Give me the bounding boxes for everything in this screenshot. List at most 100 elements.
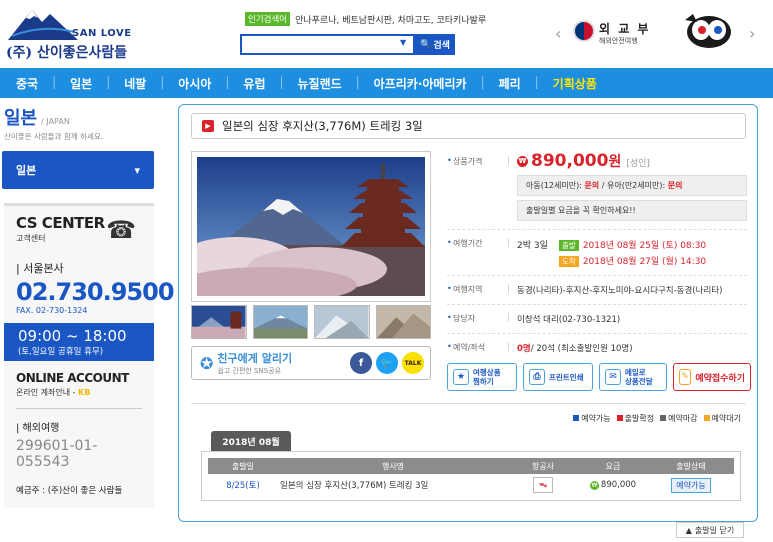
nav-item-special[interactable]: 기획상품 <box>535 75 613 92</box>
status-badge[interactable]: 예약가능 <box>671 477 711 493</box>
nav-item-ferry[interactable]: 페리 <box>481 75 537 92</box>
thumbnail-3[interactable] <box>314 305 370 339</box>
share-text: 친구에게 알리기 쉽고 간편한 SNS공유 <box>217 350 292 376</box>
mofa-banner[interactable]: ‹ 외 교 부 해외안전여행 › <box>553 14 763 54</box>
search-button[interactable]: 🔍 검색 <box>415 34 455 55</box>
airline-logo-icon: ᯓ <box>533 477 553 493</box>
twitter-icon[interactable]: 🐦 <box>376 352 398 374</box>
nav-item-japan[interactable]: 일본 <box>52 75 108 92</box>
fuel-note-box: 출발일별 요금을 꼭 확인하세요!! <box>517 200 747 221</box>
mofa-title: 외 교 부 <box>599 22 651 36</box>
seats-label: 예약/좌석 <box>447 342 507 354</box>
wishlist-button[interactable]: ★ 여행상품 찜하기 <box>447 363 517 391</box>
overseas-label: | 해외여행 <box>16 423 60 434</box>
legend-available: 예약가능 <box>573 413 611 424</box>
divider <box>447 333 747 334</box>
region-value: 동경(나리타)-후지산-후지노미야-요시다구치-동경(나리타) <box>517 286 723 296</box>
site-logo[interactable]: SAN LOVE (주) 산이좋은사람들 <box>4 6 154 62</box>
close-schedule-button[interactable]: ▲ 출발일 닫기 <box>676 522 744 538</box>
share-box: ✪ 친구에게 알리기 쉽고 간편한 SNS공유 f 🐦 TALK <box>191 346 431 380</box>
sidebar-subtitle: 산이좋은 사람들과 함께 하세요. <box>4 132 104 141</box>
search-icon: 🔍 <box>420 39 432 49</box>
product-photo[interactable] <box>191 151 431 302</box>
arrival-badge: 도착 <box>559 256 579 267</box>
nav-item-asia[interactable]: 아시아 <box>160 75 227 92</box>
legend-label: 예약대기 <box>711 414 741 423</box>
kakaotalk-icon[interactable]: TALK <box>402 352 424 374</box>
period-label: 여행기간 <box>447 238 507 267</box>
reserve-label: 예약접수하기 <box>695 373 745 384</box>
divider <box>447 304 747 305</box>
email-label: 메일로 상품전달 <box>625 368 653 386</box>
table-row[interactable]: 8/25(토) 일본의 심장 후지산(3,776M) 트레킹 3일 ᯓ ₩890… <box>208 474 734 496</box>
month-tab[interactable]: 2018년 08월 <box>211 431 291 451</box>
sns-buttons: f 🐦 TALK <box>350 352 424 374</box>
region-label: 여행지역 <box>447 284 507 296</box>
table-header: 출발일 행사명 항공사 요금 출발상태 <box>208 458 734 474</box>
status-legend: 예약가능 출발확정 예약마감 예약대기 <box>573 413 741 424</box>
reserve-button[interactable]: ✎ 예약접수하기 <box>673 363 751 391</box>
row-date[interactable]: 8/25(토) <box>208 479 278 491</box>
kb-bank-icon: KB <box>78 388 91 397</box>
schedule-table: 출발일 행사명 항공사 요금 출발상태 8/25(토) 일본의 심장 후지산(3… <box>201 451 741 501</box>
nav-item-nepal[interactable]: 네팔 <box>106 75 162 92</box>
triangle-up-icon: ▲ <box>685 525 692 535</box>
child-price-label: 아동(12세미만): <box>526 181 585 190</box>
row-airline: ᯓ <box>508 477 578 493</box>
nav-item-europe[interactable]: 유럽 <box>225 75 281 92</box>
sidebar-title: 일본 / JAPAN <box>0 104 158 130</box>
category-dropdown[interactable]: 일본 ▾ <box>2 151 154 189</box>
depositor: 예금주 : (주)산이 좋은 사람들 <box>16 486 123 496</box>
phone-number: 02.730.9500 <box>16 278 175 306</box>
departure-date: 2018년 08월 25일 (토) 08:30 <box>582 241 707 251</box>
separator: | <box>507 156 511 166</box>
nav-item-china[interactable]: 중국 <box>0 75 54 92</box>
popular-keyword-list[interactable]: 안나푸르나, 베트남판시판, 차마고도, 코타키나발루 <box>295 13 486 26</box>
search-bar: ▼ 🔍 검색 <box>240 34 455 55</box>
header-airline: 항공사 <box>531 461 555 471</box>
separator: | <box>507 342 511 352</box>
price-row: 상품가격 | ₩890,000원 [성인] <box>447 151 747 171</box>
email-button[interactable]: ✉ 메일로 상품전달 <box>599 363 667 391</box>
child-price-box: 아동(12세미만): 문의 / 유아(만2세미만): 문의 <box>517 175 747 196</box>
telephone-icon: ☎ <box>106 216 136 244</box>
popular-tag: 인기검색어 <box>245 12 291 26</box>
infant-price-label: / 유아(만2세미만): <box>599 181 668 190</box>
manager-label: 담당자 <box>447 313 507 325</box>
header-status: 출발상태 <box>676 461 706 471</box>
separator: | <box>507 284 511 294</box>
legend-swatch <box>660 415 667 421</box>
arrival-date: 2018년 08월 27일 (월) 14:30 <box>582 257 707 267</box>
legend-confirmed: 출발확정 <box>616 413 654 424</box>
thumbnail-4[interactable] <box>375 305 431 339</box>
banner-prev-icon[interactable]: ‹ <box>555 24 561 43</box>
share-subtitle: 쉽고 간편한 SNS공유 <box>217 367 282 375</box>
price-label: 상품가격 <box>447 156 507 167</box>
child-price-value: 문의 <box>584 181 600 190</box>
divider <box>447 275 747 276</box>
seats-value: 0명/ 20석 (최소출발인원 10명) <box>517 342 747 354</box>
seats-booked: 0명 <box>517 344 531 354</box>
banner-next-icon[interactable]: › <box>749 24 755 43</box>
header-date: 출발일 <box>231 461 255 471</box>
mail-icon: ✉ <box>605 369 621 385</box>
print-icon: ⎙ <box>529 369 545 385</box>
price-unit: 원 <box>608 154 622 170</box>
thumbnail-1[interactable] <box>191 305 247 339</box>
category-label: 일본 <box>16 164 37 177</box>
price-tag: [성인] <box>626 159 650 169</box>
row-name[interactable]: 일본의 심장 후지산(3,776M) 트레킹 3일 <box>278 479 508 491</box>
manager-row: 담당자 | 이창석 대리(02-730-1321) <box>447 313 747 325</box>
nav-item-newzealand[interactable]: 뉴질랜드 <box>279 75 358 92</box>
legend-label: 예약가능 <box>581 414 611 423</box>
nav-item-africa-america[interactable]: 아프리카·아메리카 <box>356 75 483 92</box>
search-select[interactable] <box>240 34 415 55</box>
online-account-sub: 온라인 계좌안내 - KB <box>16 387 142 398</box>
product-title-bar: ▶ 일본의 심장 후지산(3,776M) 트레킹 3일 <box>191 113 746 139</box>
thumbnail-2[interactable] <box>252 305 308 339</box>
mofa-emblem-icon <box>573 20 595 42</box>
facebook-icon[interactable]: f <box>350 352 372 374</box>
account-number: 299601-01-055543 <box>16 438 98 470</box>
print-button[interactable]: ⎙ 프린트인쇄 <box>523 363 593 391</box>
won-icon: ₩ <box>589 481 599 490</box>
